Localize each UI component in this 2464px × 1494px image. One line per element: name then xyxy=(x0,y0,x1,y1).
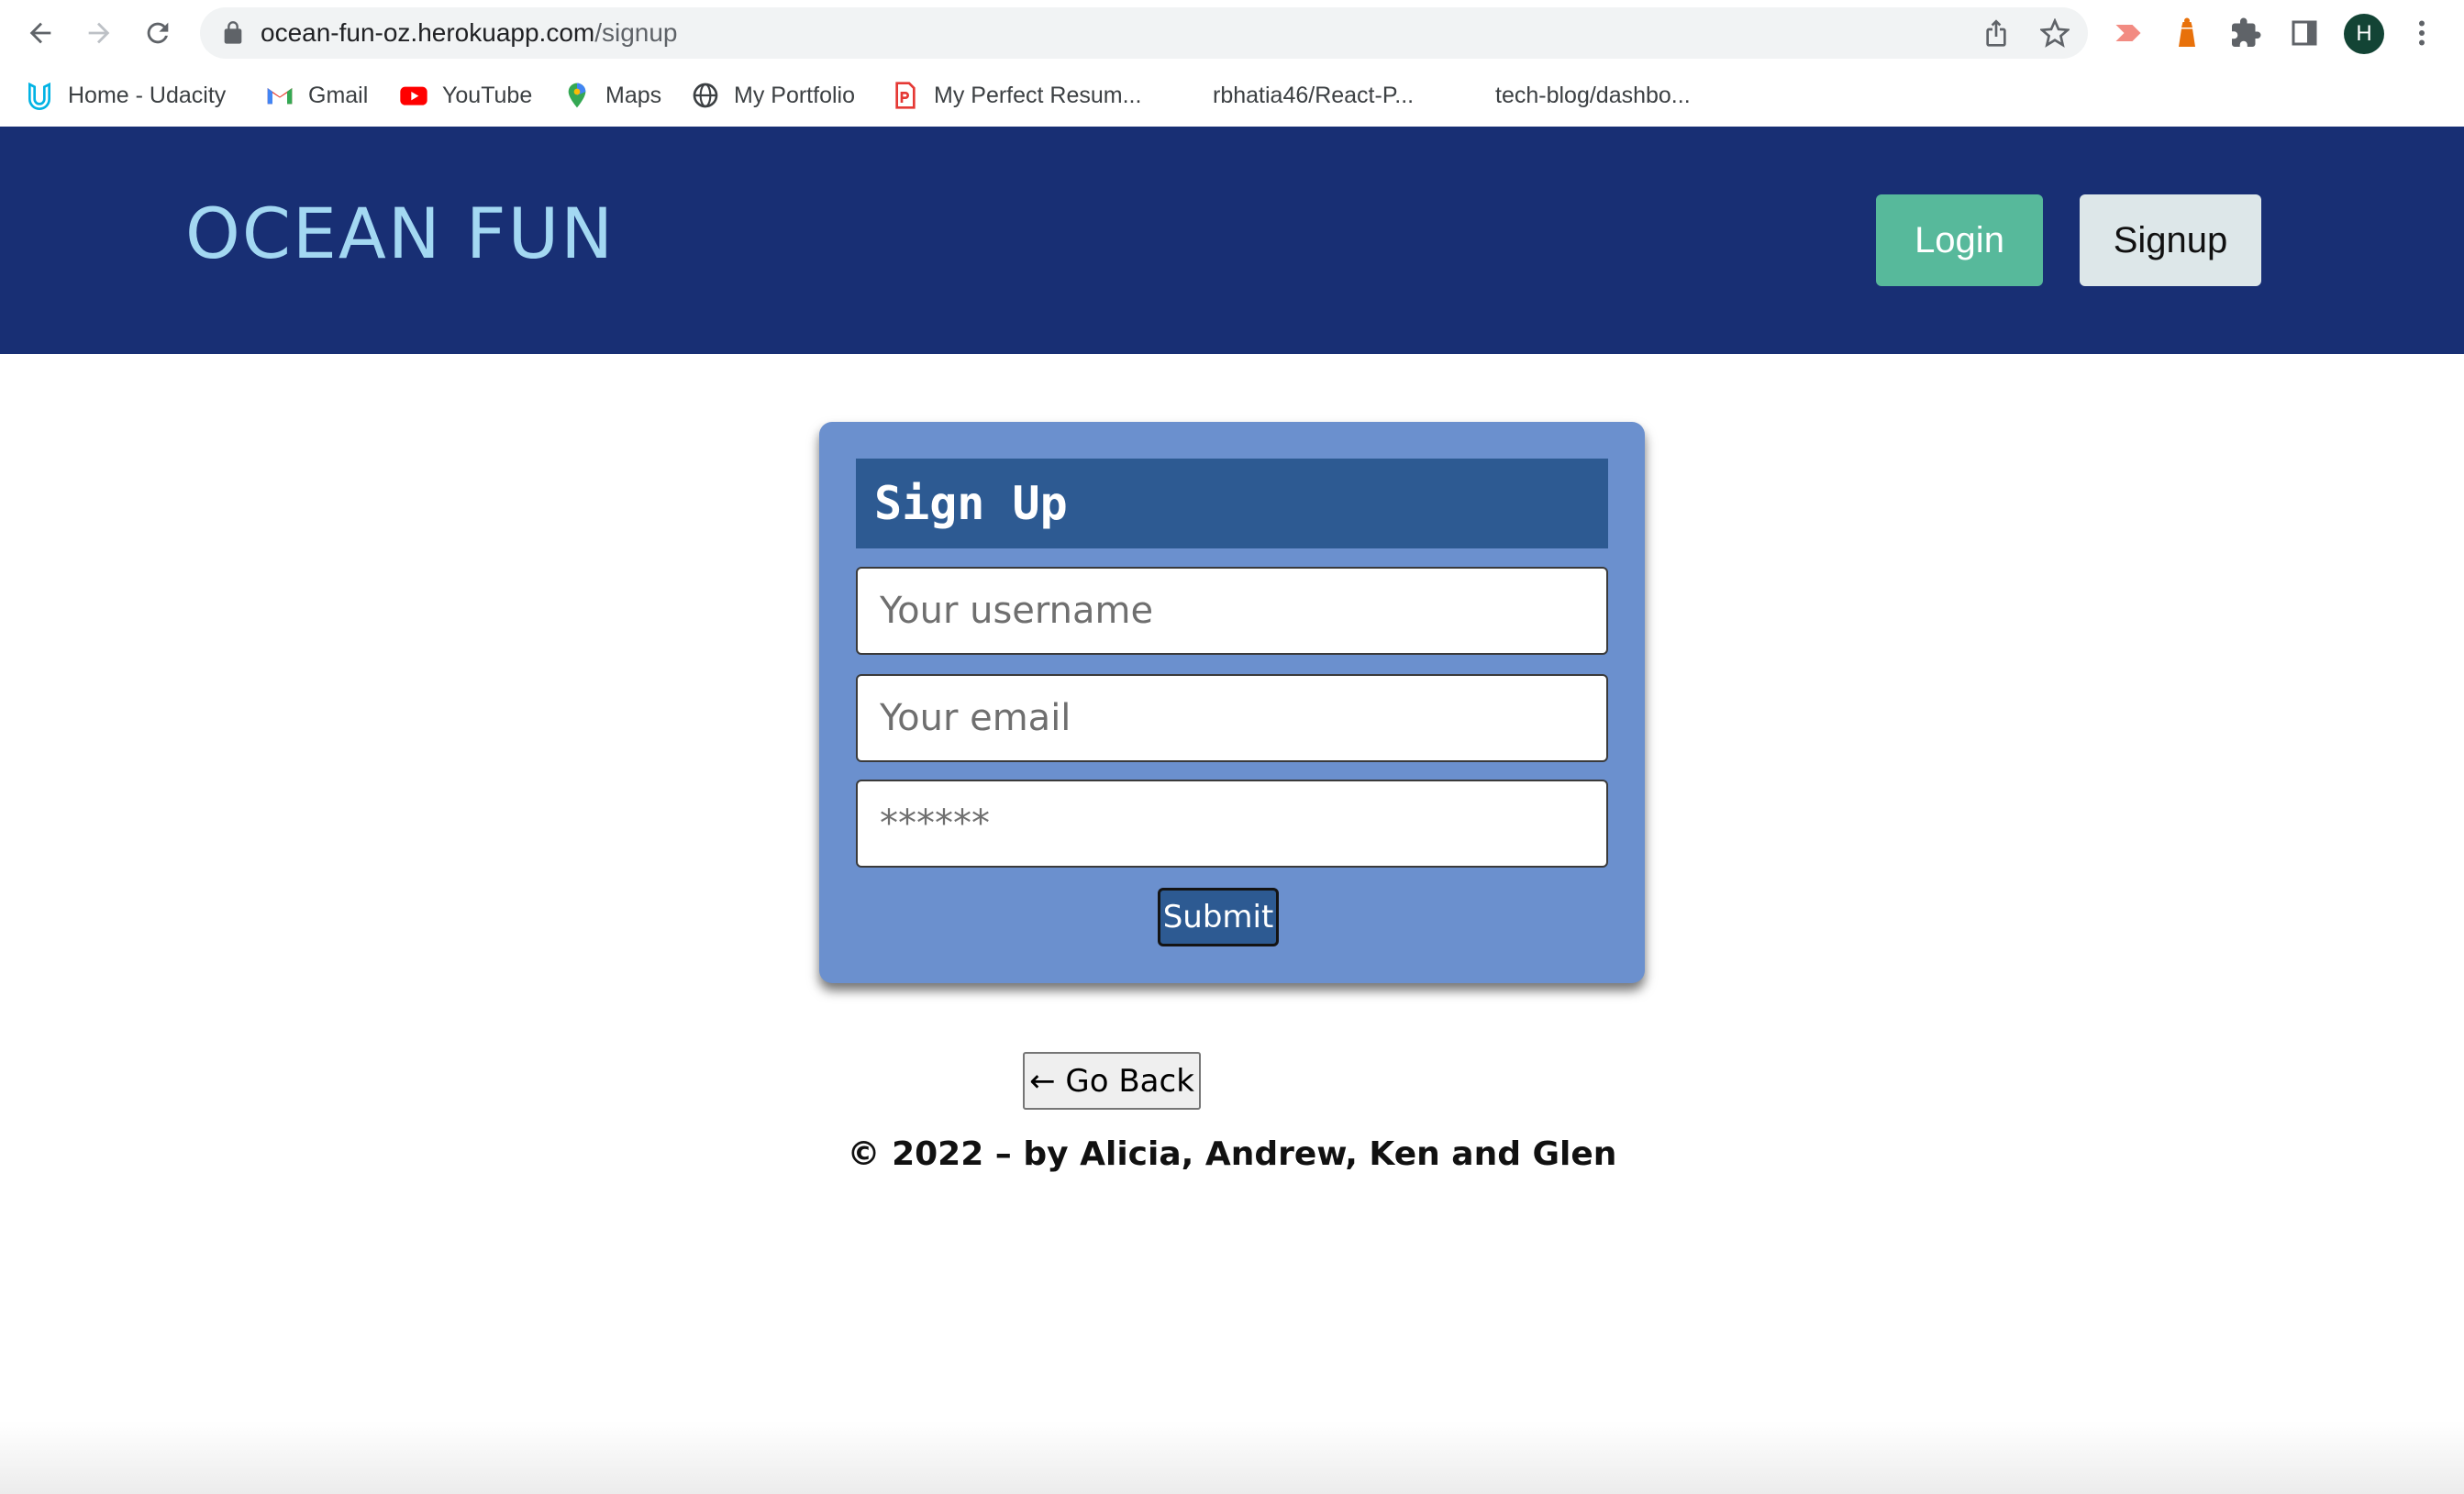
signup-card: Sign Up Submit xyxy=(819,422,1645,983)
bookmark-youtube[interactable]: YouTube xyxy=(398,77,532,114)
youtube-icon xyxy=(398,80,429,111)
globe-icon xyxy=(690,80,721,111)
share-icon[interactable] xyxy=(1981,18,2011,48)
bookmark-portfolio[interactable]: My Portfolio xyxy=(690,77,855,114)
bookmark-udacity[interactable]: Home - Udacity xyxy=(24,77,226,114)
bookmark-maps[interactable]: Maps xyxy=(561,77,661,114)
reload-icon[interactable] xyxy=(138,13,178,53)
site-header: OCEAN FUN Login Signup xyxy=(0,127,2464,354)
bookmark-tech-blog[interactable]: tech-blog/dashbo... xyxy=(1495,77,1691,114)
submit-button[interactable]: Submit xyxy=(1158,888,1279,946)
login-button[interactable]: Login xyxy=(1876,194,2043,286)
gmail-icon xyxy=(264,80,295,111)
footer-credits: © 2022 – by Alicia, Andrew, Ken and Glen xyxy=(847,1135,1617,1173)
maps-icon xyxy=(561,80,593,111)
url-text: ocean-fun-oz.herokuapp.com/signup xyxy=(261,18,678,47)
cast-extension-icon[interactable] xyxy=(2112,17,2145,50)
profile-avatar[interactable]: H xyxy=(2344,14,2384,54)
bookmarks-bar: Home - Udacity Gmail YouTube Maps My Por… xyxy=(0,66,2464,127)
extensions-puzzle-icon[interactable] xyxy=(2229,17,2262,50)
email-input[interactable] xyxy=(856,674,1608,762)
signup-card-header: Sign Up xyxy=(856,459,1608,548)
browser-toolbar: ocean-fun-oz.herokuapp.com/signup H xyxy=(0,0,2464,66)
bookmark-gmail[interactable]: Gmail xyxy=(264,77,368,114)
signup-title: Sign Up xyxy=(874,477,1068,530)
go-back-button[interactable]: ← Go Back xyxy=(1023,1052,1201,1110)
address-bar[interactable]: ocean-fun-oz.herokuapp.com/signup xyxy=(200,7,2088,59)
lighthouse-extension-icon[interactable] xyxy=(2170,17,2203,50)
site-title[interactable]: OCEAN FUN xyxy=(185,193,615,274)
back-arrow-icon[interactable] xyxy=(20,13,61,53)
lock-icon xyxy=(224,21,242,44)
bookmark-react-project[interactable]: rbhatia46/React-P... xyxy=(1213,77,1414,114)
bookmark-star-icon[interactable] xyxy=(2040,18,2070,48)
kebab-menu-icon[interactable] xyxy=(2405,17,2438,50)
udacity-icon xyxy=(24,80,55,111)
page-bottom-fade xyxy=(0,1422,2464,1494)
bookmark-resume[interactable]: My Perfect Resum... xyxy=(890,77,1141,114)
forward-arrow-icon[interactable] xyxy=(79,13,119,53)
username-input[interactable] xyxy=(856,567,1608,655)
resume-icon xyxy=(890,80,921,111)
password-input[interactable] xyxy=(856,780,1608,868)
side-panel-icon[interactable] xyxy=(2288,17,2321,50)
signup-button[interactable]: Signup xyxy=(2080,194,2261,286)
